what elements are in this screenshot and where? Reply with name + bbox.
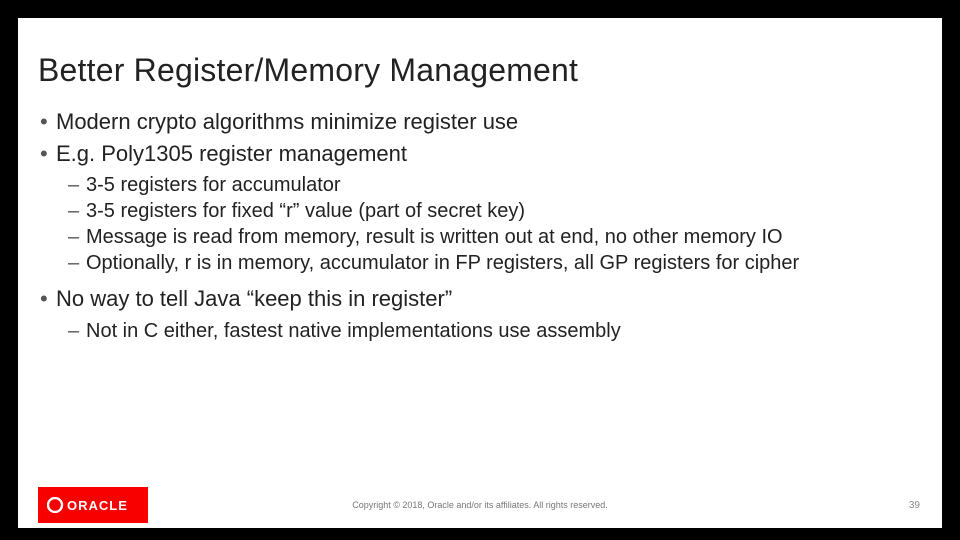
bullet-item: Modern crypto algorithms minimize regist… xyxy=(38,107,922,137)
sub-item: Message is read from memory, result is w… xyxy=(56,224,922,250)
footer: ORACLE Copyright © 2018, Oracle and/or i… xyxy=(18,482,942,528)
slide: Better Register/Memory Management Modern… xyxy=(0,0,960,540)
slide-content: Better Register/Memory Management Modern… xyxy=(18,18,942,344)
sub-item: Optionally, r is in memory, accumulator … xyxy=(56,250,922,276)
sub-item: 3-5 registers for fixed “r” value (part … xyxy=(56,198,922,224)
bullet-item: E.g. Poly1305 register management 3-5 re… xyxy=(38,139,922,277)
sub-text: Message is read from memory, result is w… xyxy=(86,226,783,248)
sub-list: Not in C either, fastest native implemen… xyxy=(56,318,922,344)
sub-text: Not in C either, fastest native implemen… xyxy=(86,320,621,342)
slide-title: Better Register/Memory Management xyxy=(38,52,922,89)
sub-item: Not in C either, fastest native implemen… xyxy=(56,318,922,344)
oracle-logo-icon: ORACLE xyxy=(47,497,139,513)
sub-item: 3-5 registers for accumulator xyxy=(56,172,922,198)
bullet-item: No way to tell Java “keep this in regist… xyxy=(38,284,922,344)
copyright-text: Copyright © 2018, Oracle and/or its affi… xyxy=(352,500,608,510)
sub-text: 3-5 registers for accumulator xyxy=(86,174,341,196)
bullet-list: Modern crypto algorithms minimize regist… xyxy=(38,107,922,344)
bullet-text: E.g. Poly1305 register management xyxy=(56,141,407,166)
svg-text:ORACLE: ORACLE xyxy=(67,498,128,513)
bullet-text: Modern crypto algorithms minimize regist… xyxy=(56,109,518,134)
sub-text: 3-5 registers for fixed “r” value (part … xyxy=(86,200,525,222)
page-number: 39 xyxy=(909,500,920,511)
bullet-text: No way to tell Java “keep this in regist… xyxy=(56,286,452,311)
sub-text: Optionally, r is in memory, accumulator … xyxy=(86,252,799,274)
oracle-logo: ORACLE xyxy=(38,487,148,523)
sub-list: 3-5 registers for accumulator 3-5 regist… xyxy=(56,172,922,276)
